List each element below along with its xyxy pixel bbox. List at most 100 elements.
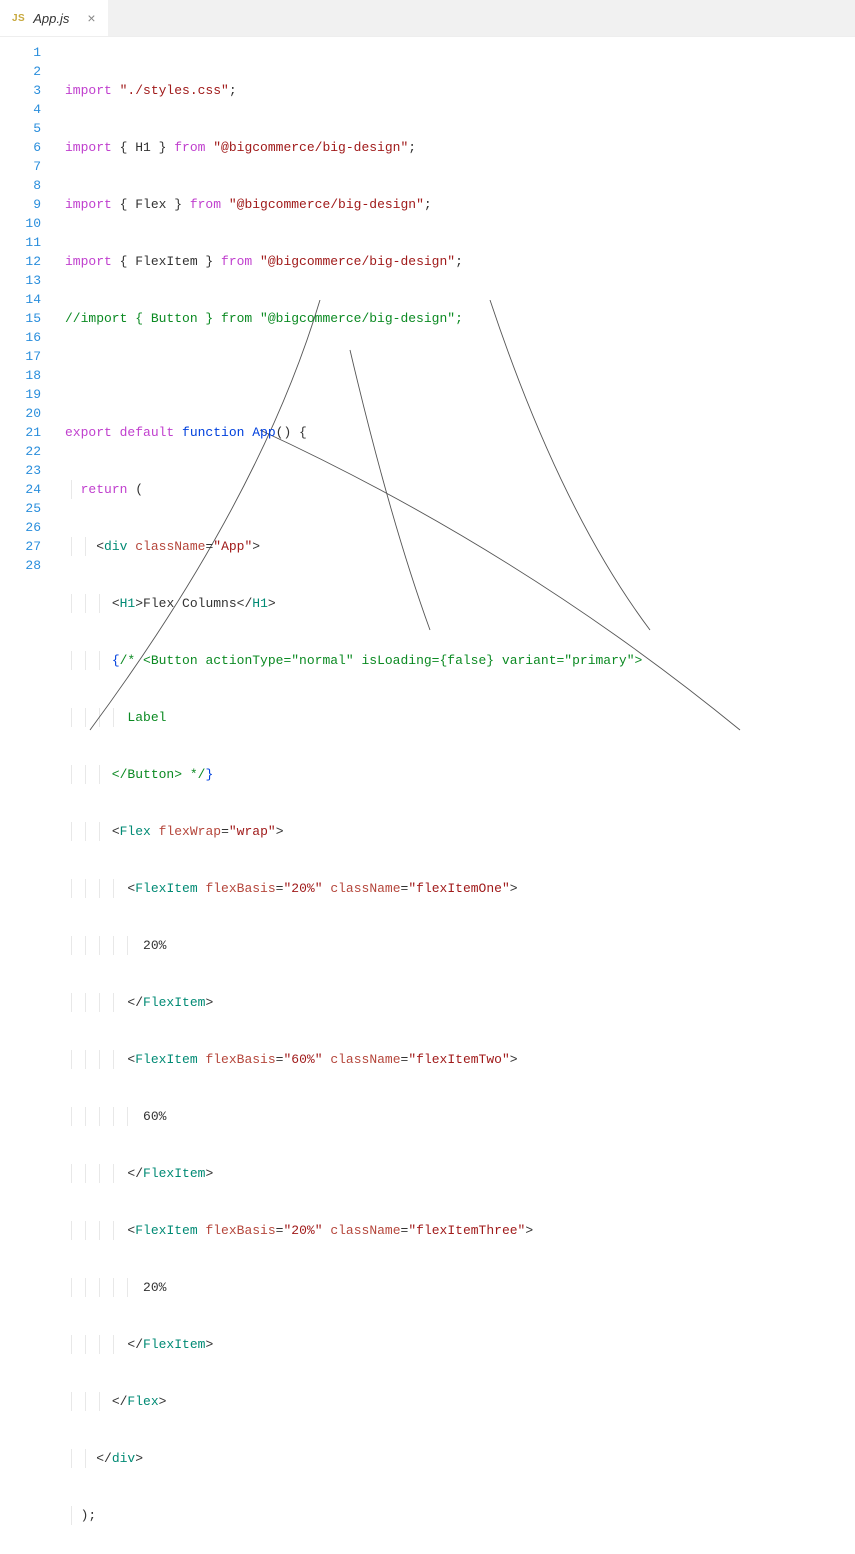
- line-number: 21: [0, 423, 41, 442]
- code-token: H1: [120, 596, 136, 611]
- code-token: >: [268, 596, 276, 611]
- code-token: </: [127, 1337, 143, 1352]
- code-token: >: [205, 1337, 213, 1352]
- code-token: className: [330, 881, 400, 896]
- code-editor[interactable]: 1 2 3 4 5 6 7 8 9 10 11 12 13 14 15 16 1…: [0, 36, 855, 1554]
- code-token: from: [174, 140, 213, 155]
- code-token: "./styles.css": [120, 83, 229, 98]
- line-number: 3: [0, 81, 41, 100]
- code-token: <: [127, 1052, 135, 1067]
- line-number: 22: [0, 442, 41, 461]
- editor-tab[interactable]: JS App.js ×: [0, 0, 108, 36]
- code-token: </: [127, 1166, 143, 1181]
- code-token: "flexItemThree": [408, 1223, 525, 1238]
- line-number: 17: [0, 347, 41, 366]
- code-token: [65, 596, 112, 611]
- code-token: <: [112, 596, 120, 611]
- code-token: =: [276, 1052, 284, 1067]
- code-token: div: [112, 1451, 135, 1466]
- code-token: Flex: [120, 824, 159, 839]
- code-token: FlexItem: [143, 995, 205, 1010]
- code-token: ;: [229, 83, 237, 98]
- code-token: className: [330, 1223, 400, 1238]
- code-token: (: [135, 482, 143, 497]
- line-number: 14: [0, 290, 41, 309]
- code-token: Flex Columns: [143, 596, 237, 611]
- code-token: ;: [455, 254, 463, 269]
- line-number: 1: [0, 43, 41, 62]
- line-number: 7: [0, 157, 41, 176]
- code-token: [65, 881, 127, 896]
- code-token: className: [135, 539, 205, 554]
- line-number: 13: [0, 271, 41, 290]
- code-token: flexBasis: [205, 881, 275, 896]
- code-token: [65, 1337, 127, 1352]
- code-token: [65, 1394, 112, 1409]
- code-token: =: [276, 1223, 284, 1238]
- code-token: [323, 881, 331, 896]
- code-token: </: [112, 1394, 128, 1409]
- code-token: FlexItem: [135, 1052, 205, 1067]
- code-token: { H1 }: [120, 140, 175, 155]
- code-token: [65, 539, 96, 554]
- code-token: }: [205, 767, 213, 782]
- code-token: [65, 653, 112, 668]
- code-token: FlexItem: [135, 1223, 205, 1238]
- code-token: </Button> */: [65, 767, 205, 782]
- code-token: div: [104, 539, 135, 554]
- code-token: from: [221, 254, 260, 269]
- js-file-icon: JS: [12, 13, 25, 24]
- code-token: >: [510, 881, 518, 896]
- code-token: [65, 482, 81, 497]
- code-token: =: [401, 881, 409, 896]
- line-number: 27: [0, 537, 41, 556]
- code-token: flexWrap: [159, 824, 221, 839]
- code-token: Label: [65, 710, 166, 725]
- code-area[interactable]: import "./styles.css"; import { H1 } fro…: [55, 37, 855, 1554]
- code-token: "@bigcommerce/big-design": [260, 254, 455, 269]
- line-number: 5: [0, 119, 41, 138]
- code-token: [65, 1223, 127, 1238]
- code-token: import: [65, 83, 120, 98]
- code-token: export default: [65, 425, 182, 440]
- line-number: 18: [0, 366, 41, 385]
- close-icon[interactable]: ×: [87, 10, 95, 26]
- line-number: 12: [0, 252, 41, 271]
- code-token: 20%: [65, 1280, 166, 1295]
- code-token: className: [330, 1052, 400, 1067]
- code-token: "App": [213, 539, 252, 554]
- line-number: 10: [0, 214, 41, 233]
- code-token: [65, 1451, 96, 1466]
- code-token: flexBasis: [205, 1052, 275, 1067]
- code-token: "@bigcommerce/big-design": [229, 197, 424, 212]
- code-token: >: [205, 1166, 213, 1181]
- code-token: import: [65, 140, 120, 155]
- code-token: function: [182, 425, 252, 440]
- tab-bar: JS App.js ×: [0, 0, 855, 36]
- code-token: "flexItemOne": [408, 881, 509, 896]
- code-token: <: [96, 539, 104, 554]
- code-token: <: [127, 1223, 135, 1238]
- line-number: 20: [0, 404, 41, 423]
- code-token: [65, 995, 127, 1010]
- code-token: );: [65, 1508, 96, 1523]
- code-token: flexBasis: [205, 1223, 275, 1238]
- line-number: 4: [0, 100, 41, 119]
- code-token: >: [135, 596, 143, 611]
- code-token: >: [276, 824, 284, 839]
- code-token: =: [221, 824, 229, 839]
- line-number: 11: [0, 233, 41, 252]
- code-token: "60%": [283, 1052, 322, 1067]
- code-token: [65, 1052, 127, 1067]
- code-token: 60%: [65, 1109, 166, 1124]
- code-token: </: [237, 596, 253, 611]
- line-number: 23: [0, 461, 41, 480]
- line-number: 9: [0, 195, 41, 214]
- code-token: [323, 1052, 331, 1067]
- code-token: >: [159, 1394, 167, 1409]
- code-token: "@bigcommerce/big-design": [213, 140, 408, 155]
- line-number: 15: [0, 309, 41, 328]
- code-token: >: [525, 1223, 533, 1238]
- tab-filename: App.js: [33, 11, 69, 26]
- line-number: 8: [0, 176, 41, 195]
